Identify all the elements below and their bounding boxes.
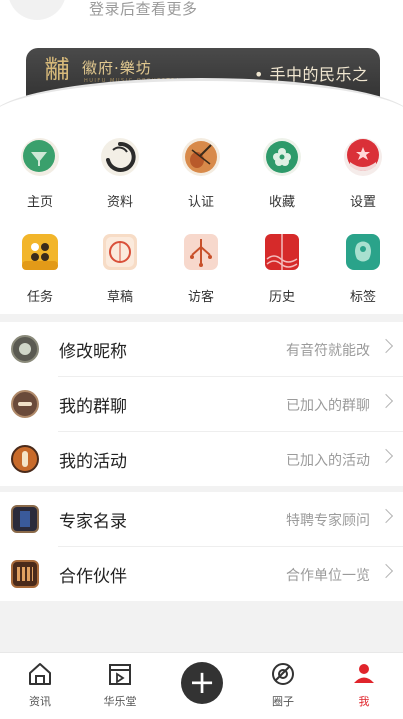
chevron-right-icon [378,338,394,354]
grid-label: 草稿 [106,290,133,305]
row-title: 合作伙伴 [59,567,127,587]
me-icon [352,664,376,683]
menu-row-experts[interactable]: 专家名录 特聘专家顾问 [0,492,403,547]
pipa-icon [11,445,39,473]
grid-item-favorite[interactable]: 收藏 [242,118,322,210]
tag-icon [342,231,384,273]
row-value: 特聘专家顾问 [286,513,370,529]
chevron-right-icon [378,563,394,579]
tab-hall[interactable]: 华乐堂 [80,653,160,719]
row-title: 专家名录 [59,512,127,532]
row-title: 我的活动 [59,452,127,472]
tab-circle[interactable]: 圈子 [243,653,323,719]
row-title: 修改昵称 [59,342,127,362]
home-icon [19,136,61,178]
menu-list-secondary: 专家名录 特聘专家顾问 合作伙伴 合作单位一览 [0,492,403,601]
tab-label: 我 [358,695,370,708]
grid-item-settings[interactable]: 设置 [323,118,403,210]
avatar[interactable] [8,0,66,20]
grid-label: 访客 [187,290,214,305]
grid-label: 设置 [349,195,376,210]
grid-label: 历史 [268,290,295,305]
certification-icon [180,136,222,178]
tab-me[interactable]: 我 [324,653,403,719]
grid-item-profile[interactable]: 资料 [80,118,160,210]
settings-icon [342,136,384,178]
hall-icon [109,664,131,685]
tab-news[interactable]: 资讯 [0,653,80,719]
feature-grid: 主页 资料 认证 收藏 设置 任务 草稿 访客 历史 标签 [0,118,403,314]
history-icon [261,231,303,273]
plus-icon[interactable]: + [181,662,223,704]
chevron-right-icon [378,448,394,464]
banner-brand: 徽府·樂坊 [82,59,152,77]
visitor-icon [180,231,222,273]
news-icon [29,663,51,685]
speaker-icon [11,335,39,363]
favorite-icon [261,136,303,178]
row-title: 我的群聊 [59,397,127,417]
tab-label: 圈子 [272,695,294,708]
grid-label: 任务 [26,290,53,305]
bottom-tab-bar: 资讯 华乐堂 + 圈子 我 [0,652,403,719]
book-icon [11,505,39,533]
grid-label: 认证 [187,195,214,210]
profile-icon [99,136,141,178]
grid-item-history[interactable]: 历史 [242,213,322,305]
menu-row-group-chat[interactable]: 我的群聊 已加入的群聊 [0,377,403,432]
grid-item-home[interactable]: 主页 [0,118,80,210]
partner-icon [11,560,39,588]
grid-item-tag[interactable]: 标签 [323,213,403,305]
chevron-right-icon [378,508,394,524]
tab-label: 华乐堂 [103,695,137,708]
task-icon [19,231,61,273]
grid-item-visitor[interactable]: 访客 [161,213,241,305]
circle-icon [272,663,294,685]
brand-logo-icon: 黼 [44,55,70,84]
row-value: 合作单位一览 [286,568,370,584]
tab-label: 资讯 [29,695,51,708]
menu-row-nickname[interactable]: 修改昵称 有音符就能改 [0,322,403,377]
row-value: 已加入的活动 [286,453,370,469]
grid-item-draft[interactable]: 草稿 [80,213,160,305]
grid-item-task[interactable]: 任务 [0,213,80,305]
menu-row-activity[interactable]: 我的活动 已加入的活动 [0,432,403,487]
grid-label: 资料 [106,195,133,210]
grid-label: 收藏 [268,195,295,210]
menu-row-partners[interactable]: 合作伙伴 合作单位一览 [0,547,403,602]
grid-label: 标签 [349,290,376,305]
grid-item-certification[interactable]: 认证 [161,118,241,210]
login-hint[interactable]: 登录后查看更多 [89,0,198,19]
chevron-right-icon [378,393,394,409]
draft-icon [99,231,141,273]
menu-list-primary: 修改昵称 有音符就能改 我的群聊 已加入的群聊 我的活动 已加入的活动 [0,322,403,486]
drum-icon [11,390,39,418]
row-value: 有音符就能改 [286,343,370,359]
profile-header: 登录后查看更多 黼 徽府·樂坊 HUIFU MUSIC ORCHESTRA • … [0,0,403,120]
grid-label: 主页 [26,195,53,210]
row-value: 已加入的群聊 [286,398,370,414]
